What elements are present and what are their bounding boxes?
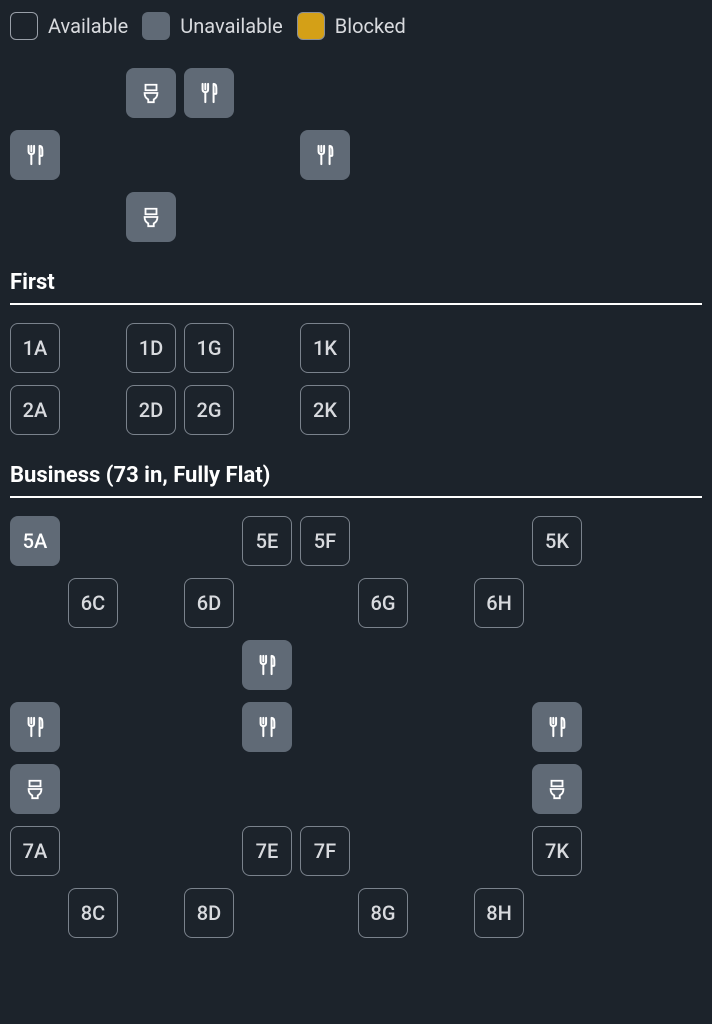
seat-8d[interactable]: 8D (184, 888, 234, 938)
seat-7k[interactable]: 7K (532, 826, 582, 876)
legend-available: Available (10, 12, 128, 40)
galley-icon (532, 702, 582, 752)
seat-6g[interactable]: 6G (358, 578, 408, 628)
seat-7a[interactable]: 7A (10, 826, 60, 876)
swatch-blocked-icon (297, 12, 325, 40)
seat-2a[interactable]: 2A (10, 385, 60, 435)
seat-6c[interactable]: 6C (68, 578, 118, 628)
mid-amenities (10, 640, 702, 814)
divider (10, 303, 702, 305)
legend-unavailable-label: Unavailable (180, 14, 282, 38)
seat-8c[interactable]: 8C (68, 888, 118, 938)
galley-icon (242, 702, 292, 752)
galley-icon (10, 130, 60, 180)
forward-amenities (10, 68, 702, 242)
business-seat-grid-a: 5A 5E5F 5K 6C 6D 6G 6H (10, 516, 702, 628)
legend-unavailable: Unavailable (142, 12, 282, 40)
galley-icon (300, 130, 350, 180)
galley-icon (184, 68, 234, 118)
section-title-business: Business (73 in, Fully Flat) (10, 463, 702, 488)
seat-2k[interactable]: 2K (300, 385, 350, 435)
seat-2d[interactable]: 2D (126, 385, 176, 435)
galley-icon (10, 702, 60, 752)
seat-6d[interactable]: 6D (184, 578, 234, 628)
seat-1k[interactable]: 1K (300, 323, 350, 373)
legend-blocked: Blocked (297, 12, 406, 40)
seat-5k[interactable]: 5K (532, 516, 582, 566)
seat-legend: Available Unavailable Blocked (10, 12, 702, 40)
divider (10, 496, 702, 498)
seat-5a: 5A (10, 516, 60, 566)
first-seat-grid: 1A 1D1G 1K 2A 2D2G 2K (10, 323, 702, 435)
seat-2g[interactable]: 2G (184, 385, 234, 435)
seat-1d[interactable]: 1D (126, 323, 176, 373)
business-seat-grid-b: 7A 7E7F 7K 8C 8D 8G 8H (10, 826, 702, 938)
legend-blocked-label: Blocked (335, 14, 406, 38)
seat-1g[interactable]: 1G (184, 323, 234, 373)
lavatory-icon (532, 764, 582, 814)
seat-5f[interactable]: 5F (300, 516, 350, 566)
seat-8g[interactable]: 8G (358, 888, 408, 938)
lavatory-icon (126, 68, 176, 118)
seat-7f[interactable]: 7F (300, 826, 350, 876)
seat-5e[interactable]: 5E (242, 516, 292, 566)
seat-8h[interactable]: 8H (474, 888, 524, 938)
swatch-unavailable-icon (142, 12, 170, 40)
seat-7e[interactable]: 7E (242, 826, 292, 876)
lavatory-icon (10, 764, 60, 814)
lavatory-icon (126, 192, 176, 242)
swatch-available-icon (10, 12, 38, 40)
seat-1a[interactable]: 1A (10, 323, 60, 373)
galley-icon (242, 640, 292, 690)
section-title-first: First (10, 270, 702, 295)
seat-6h[interactable]: 6H (474, 578, 524, 628)
legend-available-label: Available (48, 14, 128, 38)
